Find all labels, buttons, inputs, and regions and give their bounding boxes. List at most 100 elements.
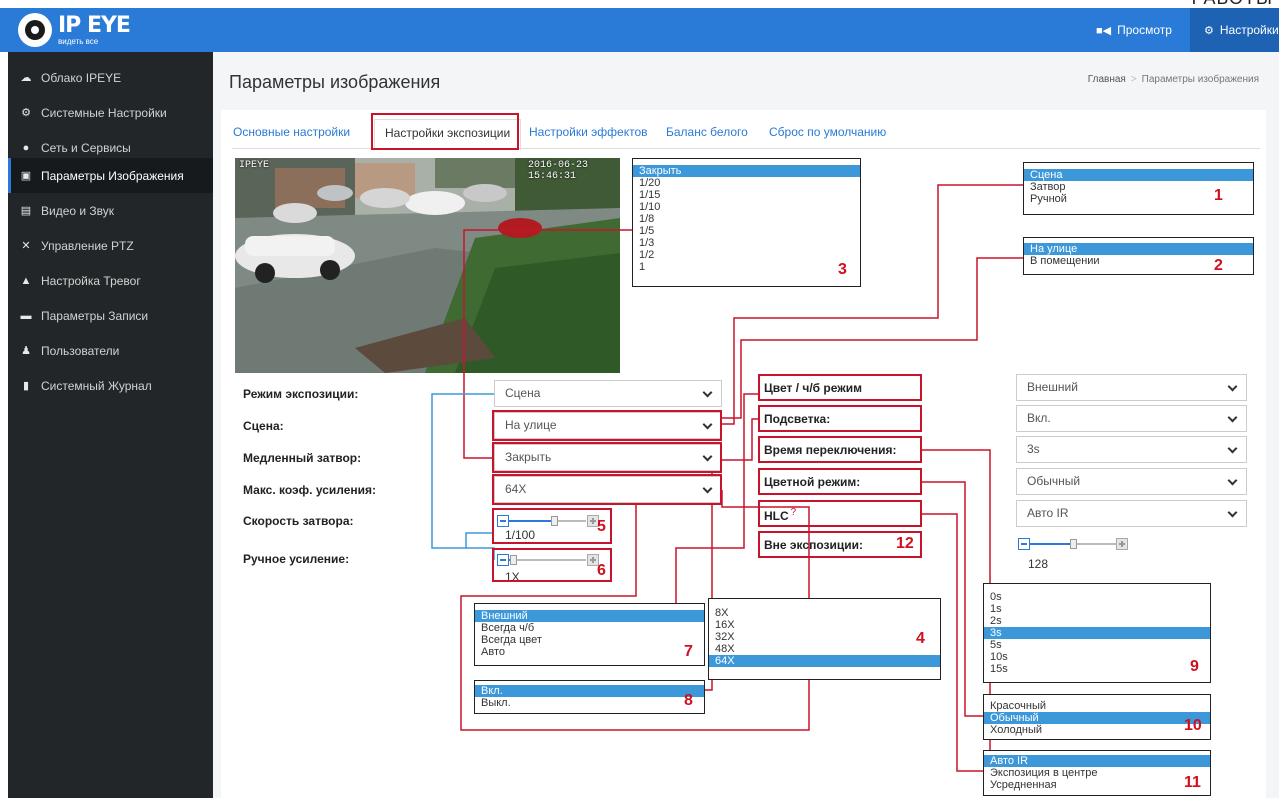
breadcrumb-home[interactable]: Главная (1088, 74, 1126, 85)
hlc-select[interactable]: Авто IR (1016, 500, 1247, 527)
video-camera-icon: ■◀ (1096, 24, 1112, 37)
dropdown-option[interactable]: 16X (709, 619, 940, 631)
dropdown-option[interactable]: 2s (984, 615, 1210, 627)
dropdown-option[interactable]: 8X (709, 607, 940, 619)
dropdown-option[interactable]: 1/3 (633, 237, 860, 249)
dropdown-option[interactable]: Красочный (984, 700, 1210, 712)
users-icon: ♟ (21, 345, 31, 357)
color-mode-select[interactable]: Обычный (1016, 468, 1247, 495)
switch-time-label: Время переключения: (764, 443, 897, 457)
manual-gain-label: Ручное усиление: (243, 552, 350, 566)
dropdown-option[interactable]: 15s (984, 663, 1210, 675)
nav-settings-button[interactable]: ⚙ Настройки (1190, 8, 1279, 52)
plus-icon[interactable] (1116, 538, 1128, 550)
dropdown-option[interactable]: Закрыть (633, 165, 860, 177)
dropdown-option[interactable]: 1/20 (633, 177, 860, 189)
dropdown-option[interactable]: 5s (984, 639, 1210, 651)
dropdown-option[interactable]: 1s (984, 603, 1210, 615)
tab-effects-settings[interactable]: Настройки эффектов (529, 119, 648, 150)
scene-highlight-box (492, 410, 722, 441)
sidebar-item-label: Пользователи (41, 343, 120, 358)
tab-reset-default[interactable]: Сброс по умолчанию (769, 119, 886, 150)
annotation-number-1: 1 (1214, 187, 1223, 204)
tab-basic-settings[interactable]: Основные настройки (233, 119, 350, 150)
annotation-number-7: 7 (684, 643, 693, 660)
color-bw-select[interactable]: Внешний (1016, 374, 1247, 401)
sidebar-item-alarms[interactable]: ▲ Настройка Тревог (8, 263, 213, 298)
exposure-mode-label: Режим экспозиции: (243, 387, 359, 401)
annotation-number-10: 10 (1184, 717, 1202, 734)
logo-subtitle: видеть все (58, 36, 99, 46)
slider-fill (1030, 543, 1070, 545)
dropdown-option[interactable]: 10s (984, 651, 1210, 663)
hdd-icon: ▬ (20, 309, 32, 322)
dropdown-option[interactable]: 1 (633, 261, 860, 273)
dropdown-option[interactable]: Сцена (1024, 169, 1253, 181)
sidebar-item-system-settings[interactable]: ⚙ Системные Настройки (8, 95, 213, 130)
dropdown-option[interactable]: Усредненная (984, 779, 1210, 791)
backlight-select[interactable]: Вкл. (1016, 405, 1247, 432)
dropdown-option[interactable]: Внешний (475, 610, 704, 622)
minus-icon[interactable] (1018, 538, 1030, 550)
color-mode-dropdown-10: Красочный Обычный Холодный (983, 694, 1211, 740)
sidebar: ☁ Облако IPEYE ⚙ Системные Настройки ● Сеть… (8, 52, 213, 798)
switch-time-value: 3s (1027, 442, 1040, 456)
sidebar-item-recording[interactable]: ▬ Параметры Записи (8, 298, 213, 333)
tab-white-balance[interactable]: Баланс белого (666, 119, 748, 150)
hlc-dropdown-11: Авто IR Экспозиция в центре Усредненная (983, 750, 1211, 796)
dropdown-option[interactable]: Авто IR (984, 755, 1210, 767)
hlc-label: HLC? (764, 507, 796, 523)
backlight-dropdown-8: Вкл. Выкл. (474, 680, 705, 714)
annotation-number-9: 9 (1190, 658, 1199, 675)
dropdown-option[interactable]: Обычный (984, 712, 1210, 724)
sidebar-item-video-audio[interactable]: ▤ Видео и Звук (8, 193, 213, 228)
help-icon[interactable]: ? (791, 507, 797, 518)
logo[interactable]: IP EYE видеть все (18, 11, 131, 49)
dropdown-option[interactable]: Всегда цвет (475, 634, 704, 646)
sidebar-item-label: Параметры Записи (41, 308, 149, 323)
dropdown-option[interactable]: 1/8 (633, 213, 860, 225)
out-exposure-slider[interactable] (1018, 538, 1128, 552)
dropdown-option[interactable]: 1/10 (633, 201, 860, 213)
dropdown-option[interactable]: Всегда ч/б (475, 622, 704, 634)
dropdown-option[interactable]: Вкл. (475, 685, 704, 697)
camera-osd-timestamp: 2016-06-23 15:46:31 (528, 160, 589, 182)
nav-view-button[interactable]: ■◀ Просмотр (1096, 8, 1172, 52)
slider-thumb[interactable] (1070, 539, 1077, 549)
manual-gain-highlight-box (492, 548, 612, 582)
sidebar-item-log[interactable]: ▮ Системный Журнал (8, 368, 213, 403)
dropdown-option[interactable]: Холодный (984, 724, 1210, 736)
breadcrumb: Главная > Параметры изображения (1088, 74, 1259, 85)
dropdown-option[interactable]: 32X (709, 631, 940, 643)
sidebar-item-ptz[interactable]: ✕ Управление PTZ (8, 228, 213, 263)
dropdown-option[interactable]: 0s (984, 591, 1210, 603)
dropdown-option[interactable]: 3s (984, 627, 1210, 639)
slider-track[interactable] (1030, 539, 1116, 549)
sidebar-item-cloud[interactable]: ☁ Облако IPEYE (8, 60, 213, 95)
dropdown-option[interactable]: 64X (709, 655, 940, 667)
annotation-number-3: 3 (838, 261, 847, 278)
warning-icon: ▲ (20, 274, 32, 287)
max-gain-label: Макс. коэф. усиления: (243, 483, 377, 497)
shutter-speed-highlight-box (492, 508, 612, 544)
dropdown-option[interactable]: Экспозиция в центре (984, 767, 1210, 779)
annotation-number-2: 2 (1214, 257, 1223, 274)
sidebar-item-label: Настройка Тревог (41, 273, 141, 288)
exposure-mode-select[interactable]: Сцена (494, 380, 722, 407)
dropdown-option[interactable]: 1/2 (633, 249, 860, 261)
dropdown-option[interactable]: 48X (709, 643, 940, 655)
breadcrumb-separator: > (1130, 74, 1137, 85)
sidebar-item-users[interactable]: ♟ Пользователи (8, 333, 213, 368)
sidebar-item-image-params[interactable]: ▣ Параметры Изображения (8, 158, 213, 193)
shutter-speed-label: Скорость затвора: (243, 514, 354, 528)
dropdown-option[interactable]: 1/15 (633, 189, 860, 201)
nav-settings-label: Настройки (1219, 23, 1279, 37)
nav-view-label: Просмотр (1117, 23, 1172, 37)
dropdown-option[interactable]: Авто (475, 646, 704, 658)
annotation-number-5: 5 (597, 518, 606, 535)
dropdown-option[interactable]: 1/5 (633, 225, 860, 237)
dropdown-option[interactable]: На улице (1024, 243, 1253, 255)
max-gain-dropdown-4: 8X 16X 32X 48X 64X (708, 598, 941, 680)
switch-time-select[interactable]: 3s (1016, 436, 1247, 463)
dropdown-option[interactable]: Выкл. (475, 697, 704, 709)
